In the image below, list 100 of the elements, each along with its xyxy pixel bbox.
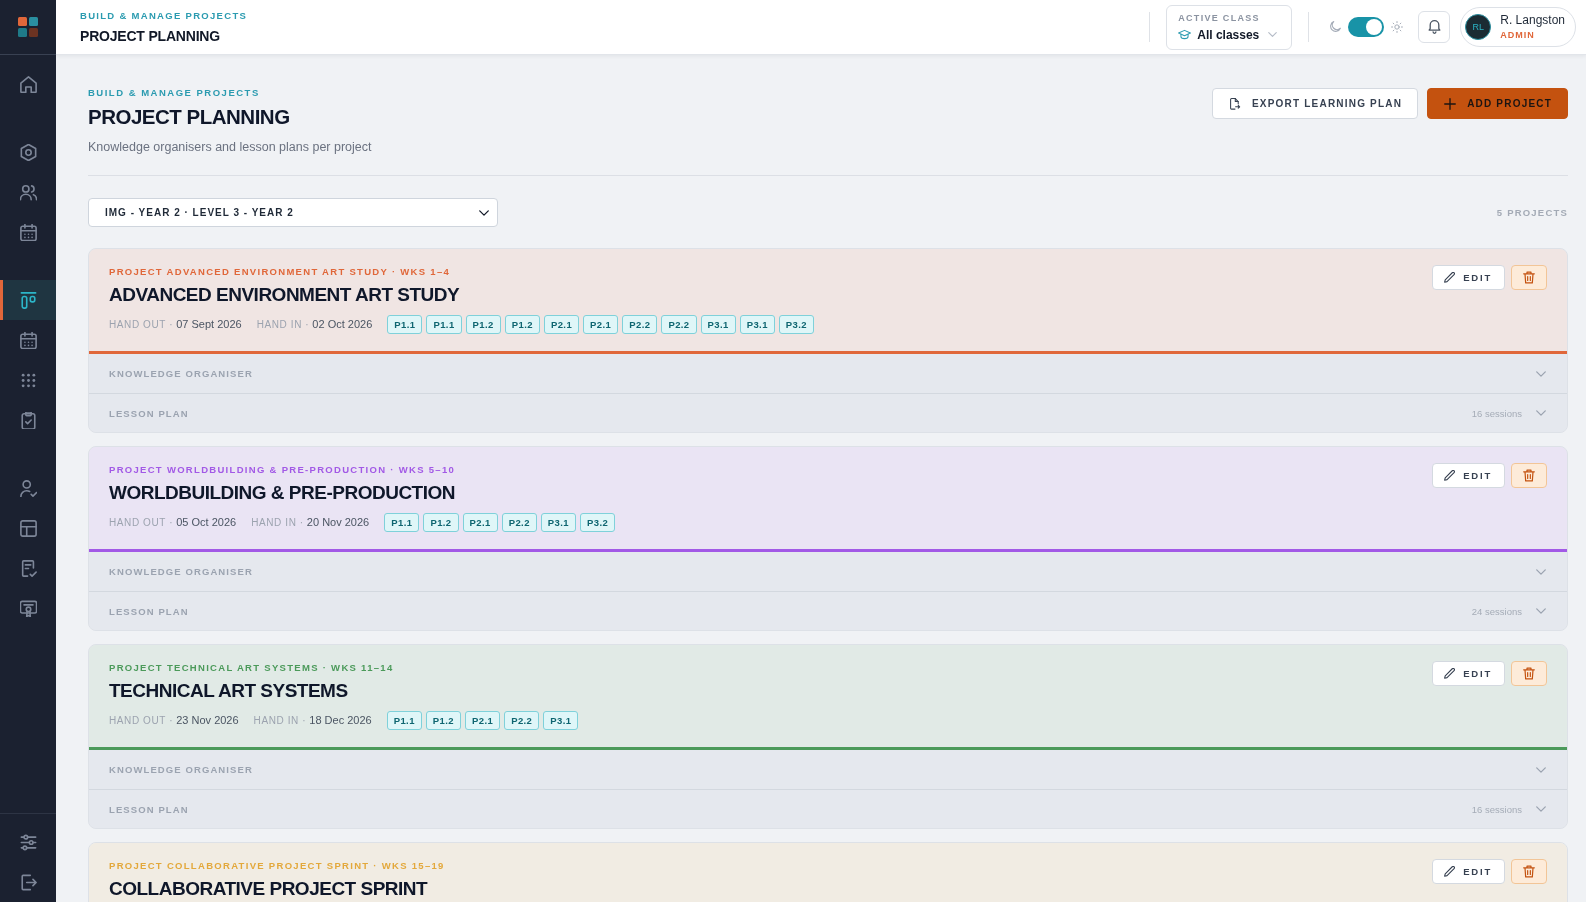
project-count: 5 PROJECTS (1496, 207, 1568, 218)
project-kicker: PROJECT ADVANCED ENVIRONMENT ART STUDY · WKS 1–4 (109, 266, 451, 278)
criterion-tag: P1.2 (423, 512, 459, 532)
criterion-tag: P1.2 (504, 314, 540, 334)
document-check-icon (19, 559, 37, 577)
edit-button[interactable]: EDIT (1432, 859, 1505, 884)
session-count: 24 sessions (1471, 605, 1522, 617)
moon-icon (1329, 21, 1342, 33)
header-title: PROJECT PLANNING (80, 28, 220, 44)
header-kicker: BUILD & MANAGE PROJECTS (80, 10, 248, 21)
calendar-icon (19, 223, 37, 241)
project-title: TECHNICAL ART SYSTEMS (109, 681, 348, 701)
criterion-tag: P3.1 (739, 314, 775, 334)
edit-button[interactable]: EDIT (1432, 661, 1505, 686)
edit-button[interactable]: EDIT (1432, 463, 1505, 488)
project-kicker: PROJECT TECHNICAL ART SYSTEMS · WKS 11–14 (109, 662, 394, 674)
class-picker[interactable]: ACTIVE CLASS All classes (1166, 4, 1293, 50)
sliders-icon (19, 833, 37, 851)
table-icon (19, 519, 37, 537)
class-select[interactable]: IMG - YEAR 2 · LEVEL 3 - YEAR 2 (88, 198, 498, 227)
project-title: COLLABORATIVE PROJECT SPRINT (109, 879, 428, 899)
user-check-icon (19, 479, 37, 497)
section-label: KNOWLEDGE ORGANISER (109, 764, 253, 775)
criterion-tag: P1.1 (386, 710, 422, 730)
criterion-tag: P2.1 (462, 512, 498, 532)
hand-out-date: HAND OUT · 05 Oct 2026 (109, 516, 237, 528)
home-icon (19, 75, 37, 93)
logo-icon (18, 17, 38, 37)
hexagon-icon (19, 143, 37, 161)
hand-out-date: HAND OUT · 07 Sept 2026 (109, 318, 242, 330)
criterion-tag: P2.2 (622, 314, 658, 334)
grid-icon (19, 371, 37, 389)
hand-in-date: HAND IN · 18 Dec 2026 (253, 714, 372, 726)
pencil-icon (1444, 668, 1456, 679)
user-avatar: RL (1465, 14, 1492, 40)
criterion-tag: P2.2 (661, 314, 697, 334)
notifications-button[interactable] (1418, 11, 1451, 43)
file-export-icon (1229, 97, 1241, 110)
plus-icon (1444, 97, 1457, 110)
chevron-down-icon (479, 209, 489, 216)
section-label: LESSON PLAN (109, 803, 189, 815)
page-title: PROJECT PLANNING (88, 105, 290, 129)
criterion-tag: P1.1 (387, 314, 423, 334)
delete-button[interactable] (1511, 859, 1547, 884)
add-project-button[interactable]: ADD PROJECT (1427, 88, 1568, 119)
hand-out-date: HAND OUT · 23 Nov 2026 (109, 714, 239, 726)
sidebar-item[interactable] (0, 280, 56, 320)
trash-icon (1523, 865, 1535, 878)
section-label: KNOWLEDGE ORGANISER (109, 566, 253, 577)
delete-button[interactable] (1511, 265, 1547, 290)
criterion-tag: P2.1 (543, 314, 580, 334)
criterion-tag: P2.1 (465, 710, 501, 730)
graduation-cap-icon (1178, 29, 1192, 40)
export-button[interactable]: EXPORT LEARNING PLAN (1212, 88, 1419, 119)
calendar-icon (19, 331, 37, 349)
project-title: ADVANCED ENVIRONMENT ART STUDY (109, 285, 460, 305)
section-label: KNOWLEDGE ORGANISER (109, 368, 253, 379)
criterion-tag: P1.1 (384, 512, 420, 532)
session-count: 16 sessions (1471, 407, 1522, 419)
criterion-tag: P3.1 (543, 710, 579, 730)
criterion-tag: P2.2 (504, 710, 540, 730)
class-picker-label: ACTIVE CLASS (1178, 12, 1260, 24)
delete-button[interactable] (1511, 661, 1547, 686)
board-icon (19, 291, 37, 309)
bell-icon (1427, 20, 1441, 34)
page-subtitle: Knowledge organisers and lesson plans per project (88, 139, 372, 155)
session-count: 16 sessions (1471, 803, 1522, 815)
chevron-down-icon (1268, 32, 1278, 37)
theme-toggle[interactable] (1348, 17, 1385, 37)
trash-icon (1523, 271, 1535, 284)
edit-button[interactable]: EDIT (1432, 265, 1505, 290)
user-role: ADMIN (1500, 30, 1535, 41)
page-kicker: BUILD & MANAGE PROJECTS (88, 87, 260, 99)
criterion-tag: P3.1 (540, 512, 576, 532)
criterion-tag: P2.2 (501, 512, 537, 532)
criterion-tag: P1.2 (425, 710, 461, 730)
project-kicker: PROJECT COLLABORATIVE PROJECT SPRINT · WKS 15–19 (109, 860, 445, 872)
criterion-tag: P1.2 (465, 314, 501, 334)
criterion-tag: P3.2 (580, 512, 616, 532)
hand-in-date: HAND IN · 02 Oct 2026 (256, 318, 373, 330)
criterion-tag: P2.1 (583, 314, 619, 334)
section-label: LESSON PLAN (109, 407, 189, 419)
clipboard-check-icon (19, 411, 37, 429)
trash-icon (1523, 469, 1535, 482)
project-title: WORLDBUILDING & PRE-PRODUCTION (109, 483, 455, 503)
certificate-icon (19, 599, 37, 617)
delete-button[interactable] (1511, 463, 1547, 488)
criterion-tag: P3.2 (778, 314, 814, 334)
logout-icon (19, 873, 37, 891)
hand-in-date: HAND IN · 20 Nov 2026 (251, 516, 370, 528)
pencil-icon (1444, 272, 1456, 283)
project-kicker: PROJECT WORLDBUILDING & PRE-PRODUCTION · WKS 5–10 (109, 464, 456, 476)
user-name: R. Langston (1500, 13, 1565, 27)
criterion-tag: P1.1 (426, 314, 462, 334)
criterion-tag: P3.1 (700, 314, 736, 334)
section-label: LESSON PLAN (109, 605, 189, 617)
users-icon (19, 183, 37, 201)
sun-icon (1391, 21, 1404, 33)
trash-icon (1523, 667, 1535, 680)
pencil-icon (1444, 866, 1456, 877)
